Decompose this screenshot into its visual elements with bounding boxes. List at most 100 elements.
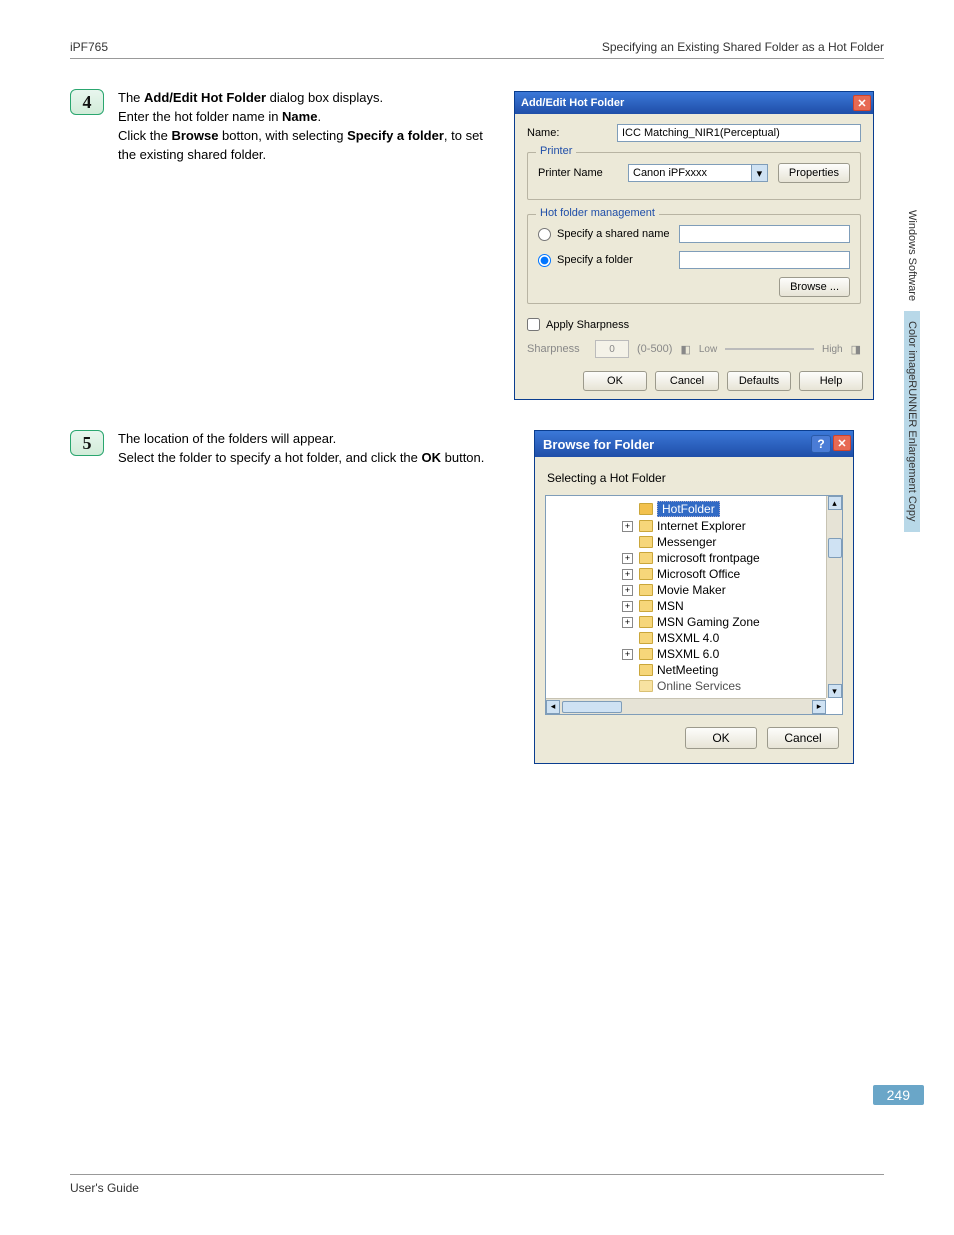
- expand-icon[interactable]: +: [622, 649, 633, 660]
- folder-icon: [639, 680, 653, 692]
- folder-icon: [639, 616, 653, 628]
- header-left: iPF765: [70, 40, 108, 54]
- sharpness-range: (0-500): [637, 343, 672, 355]
- add-edit-hot-folder-dialog: Add/Edit Hot Folder ✕ Name: Printer Prin…: [514, 91, 874, 400]
- tree-item[interactable]: NetMeeting: [550, 662, 842, 678]
- tree-item[interactable]: +Microsoft Office: [550, 566, 842, 582]
- tree-item[interactable]: + MSXML 6.0: [550, 646, 842, 662]
- folder-icon: [639, 536, 653, 548]
- help-icon[interactable]: ?: [811, 435, 831, 453]
- radio-shared-label: Specify a shared name: [557, 228, 673, 240]
- sharpness-row: Sharpness 0 (0-500) ◧ Low High ◨: [527, 339, 861, 359]
- step-4: 4 The Add/Edit Hot Folder dialog box dis…: [70, 89, 884, 400]
- properties-button[interactable]: Properties: [778, 163, 850, 183]
- tree-item[interactable]: + MSN Gaming Zone: [550, 614, 842, 630]
- close-icon[interactable]: ✕: [833, 435, 851, 451]
- page-number: 249: [873, 1085, 924, 1105]
- mgmt-group-title: Hot folder management: [536, 207, 659, 219]
- chevron-down-icon: ▾: [751, 165, 767, 181]
- sharpness-low-icon: ◧: [680, 343, 690, 356]
- tree-item-label: Messenger: [657, 535, 716, 549]
- sharpness-slider[interactable]: [725, 339, 814, 359]
- name-label: Name:: [527, 127, 607, 139]
- tree-item-label: MSN Gaming Zone: [657, 615, 760, 629]
- help-button[interactable]: Help: [799, 371, 863, 391]
- horizontal-scrollbar[interactable]: ◂ ▸: [546, 698, 826, 714]
- folder-icon: [639, 648, 653, 660]
- printer-name-select[interactable]: Canon iPFxxxx ▾: [628, 164, 768, 182]
- tree-item-label: Online Services: [657, 679, 741, 693]
- sharpness-high-icon: ◨: [851, 343, 861, 356]
- tree-item-label: MSN: [657, 599, 684, 613]
- dialog1-title: Add/Edit Hot Folder: [521, 97, 624, 109]
- folder-path-input[interactable]: [679, 251, 850, 269]
- tree-item-label: microsoft frontpage: [657, 551, 760, 565]
- tree-item[interactable]: + Internet Explorer: [550, 518, 842, 534]
- sharpness-label: Sharpness: [527, 343, 587, 355]
- dialog2-titlebar: Browse for Folder ? ✕: [535, 431, 853, 457]
- folder-icon: [639, 568, 653, 580]
- ok-button[interactable]: OK: [583, 371, 647, 391]
- cancel-button[interactable]: Cancel: [655, 371, 719, 391]
- folder-tree[interactable]: HotFolder + Internet Explorer Messenger + mic…: [545, 495, 843, 715]
- expand-icon[interactable]: +: [622, 569, 633, 580]
- tree-item-label: HotFolder: [657, 501, 720, 517]
- dialog1-titlebar: Add/Edit Hot Folder ✕: [515, 92, 873, 114]
- tree-item[interactable]: + Movie Maker: [550, 582, 842, 598]
- page-footer: User's Guide: [70, 1174, 884, 1195]
- radio-specify-shared-name[interactable]: [538, 228, 551, 241]
- tree-item-label: MSXML 4.0: [657, 631, 719, 645]
- expand-icon[interactable]: +: [622, 601, 633, 612]
- step-5: 5 The location of the folders will appea…: [70, 430, 884, 764]
- footer-left: User's Guide: [70, 1181, 139, 1195]
- close-icon[interactable]: ✕: [853, 95, 871, 111]
- tree-item[interactable]: Messenger: [550, 534, 842, 550]
- browse-button[interactable]: Browse ...: [779, 277, 850, 297]
- tree-item[interactable]: HotFolder: [550, 500, 842, 518]
- side-tabs: Windows Software Color imageRUNNER Enlar…: [900, 200, 924, 532]
- apply-sharpness-label: Apply Sharpness: [546, 319, 629, 331]
- hscroll-thumb[interactable]: [562, 701, 622, 713]
- tree-item-label: MSXML 6.0: [657, 647, 719, 661]
- folder-icon: [639, 520, 653, 532]
- tree-item[interactable]: MSXML 4.0: [550, 630, 842, 646]
- expand-icon[interactable]: +: [622, 521, 633, 532]
- folder-icon: [639, 632, 653, 644]
- browse-for-folder-dialog: Browse for Folder ? ✕ Selecting a Hot Fo…: [534, 430, 854, 764]
- sharpness-low-label: Low: [699, 344, 717, 355]
- tree-item[interactable]: Online Services: [550, 678, 842, 694]
- side-tab-windows-software[interactable]: Windows Software: [904, 200, 920, 311]
- scroll-right-icon[interactable]: ▸: [812, 700, 826, 714]
- folder-icon: [639, 584, 653, 596]
- dialog2-subtitle: Selecting a Hot Folder: [547, 471, 841, 485]
- sharpness-value: 0: [595, 340, 629, 358]
- folder-icon: [639, 503, 653, 515]
- radio-specify-folder[interactable]: [538, 254, 551, 267]
- tree-item[interactable]: + microsoft frontpage: [550, 550, 842, 566]
- apply-sharpness-checkbox[interactable]: [527, 318, 540, 331]
- tree-item-label: NetMeeting: [657, 663, 718, 677]
- step-5-number: 5: [70, 430, 104, 456]
- step-5-text: The location of the folders will appear.…: [118, 430, 518, 468]
- name-input[interactable]: [617, 124, 861, 142]
- tree-item-label: Internet Explorer: [657, 519, 746, 533]
- expand-icon[interactable]: +: [622, 553, 633, 564]
- sharpness-high-label: High: [822, 344, 843, 355]
- vertical-scrollbar[interactable]: ▴ ▾: [826, 496, 842, 698]
- cancel-button[interactable]: Cancel: [767, 727, 839, 749]
- scroll-down-icon[interactable]: ▾: [828, 684, 842, 698]
- scroll-left-icon[interactable]: ◂: [546, 700, 560, 714]
- step-4-text: The Add/Edit Hot Folder dialog box displ…: [118, 89, 498, 164]
- scroll-thumb[interactable]: [828, 538, 842, 558]
- shared-name-input[interactable]: [679, 225, 850, 243]
- expand-icon[interactable]: +: [622, 585, 633, 596]
- tree-item-label: Movie Maker: [657, 583, 726, 597]
- side-tab-color-imagerunner[interactable]: Color imageRUNNER Enlargement Copy: [904, 311, 920, 532]
- tree-item[interactable]: + MSN: [550, 598, 842, 614]
- dialog2-title: Browse for Folder: [543, 437, 654, 452]
- defaults-button[interactable]: Defaults: [727, 371, 791, 391]
- expand-icon[interactable]: +: [622, 617, 633, 628]
- ok-button[interactable]: OK: [685, 727, 757, 749]
- page-header: iPF765 Specifying an Existing Shared Fol…: [70, 40, 884, 59]
- scroll-up-icon[interactable]: ▴: [828, 496, 842, 510]
